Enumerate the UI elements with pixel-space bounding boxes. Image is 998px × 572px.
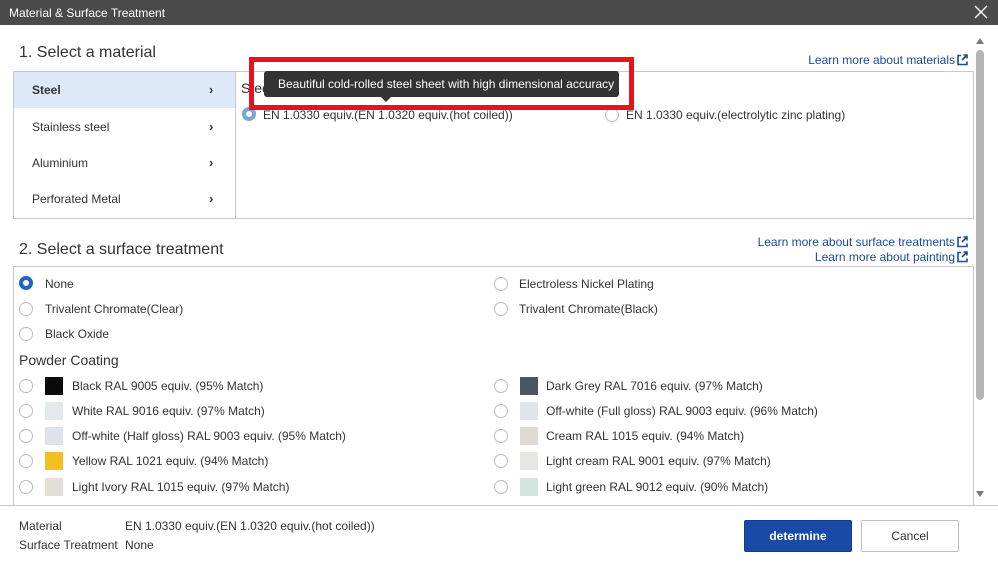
powder-dark-grey-radio[interactable] (494, 379, 508, 393)
surface-chromate-black-label[interactable]: Trivalent Chromate(Black) (519, 302, 658, 316)
category-stainless-steel[interactable]: Stainless steel › (14, 109, 235, 145)
category-label: Stainless steel (32, 120, 110, 134)
scroll-down-arrow-icon[interactable] (976, 491, 984, 497)
chevron-right-icon: › (209, 82, 214, 97)
determine-button[interactable]: determine (744, 520, 852, 552)
dialog-title: Material & Surface Treatment (9, 6, 166, 20)
summary-surface-value: None (125, 538, 154, 552)
powder-light-ivory-radio[interactable] (19, 480, 33, 494)
category-aluminium[interactable]: Aluminium › (14, 145, 235, 181)
dialog-scrollbar[interactable] (974, 36, 988, 504)
surface-chromate-clear-label[interactable]: Trivalent Chromate(Clear) (45, 302, 183, 316)
powder-option-label[interactable]: Black RAL 9005 equiv. (95% Match) (72, 379, 263, 393)
powder-color-swatch (520, 478, 538, 496)
surface-chromate-clear-radio[interactable] (19, 302, 33, 316)
category-label: Perforated Metal (32, 192, 121, 206)
powder-color-swatch (45, 377, 63, 395)
surface-section-heading: 2. Select a surface treatment (19, 241, 224, 258)
powder-option-label[interactable]: White RAL 9016 equiv. (97% Match) (72, 404, 265, 418)
external-link-icon (957, 251, 968, 263)
powder-option-label[interactable]: Dark Grey RAL 7016 equiv. (97% Match) (546, 379, 763, 393)
powder-cream-radio[interactable] (494, 429, 508, 443)
learn-more-treatments-label: Learn more about surface treatments (757, 235, 955, 249)
learn-more-treatments-link[interactable]: Learn more about surface treatments (758, 235, 968, 249)
powder-option-label[interactable]: Yellow RAL 1021 equiv. (94% Match) (72, 454, 268, 468)
surface-black-oxide-radio[interactable] (19, 327, 33, 341)
cancel-button[interactable]: Cancel (861, 520, 959, 552)
powder-color-swatch (520, 377, 538, 395)
category-perforated-metal[interactable]: Perforated Metal › (14, 181, 235, 217)
chevron-right-icon: › (209, 191, 214, 206)
external-link-icon (957, 54, 968, 66)
category-label: Aluminium (32, 156, 89, 170)
surface-electroless-nickel-label[interactable]: Electroless Nickel Plating (519, 277, 654, 291)
powder-off-white-half-radio[interactable] (19, 429, 33, 443)
learn-more-painting-link[interactable]: Learn more about painting (815, 250, 968, 264)
external-link-icon (957, 236, 968, 248)
powder-coating-heading: Powder Coating (19, 352, 119, 368)
material-section-heading: 1. Select a material (19, 44, 156, 61)
learn-more-materials-link[interactable]: Learn more about materials (808, 53, 968, 67)
chevron-right-icon: › (209, 119, 214, 134)
material-option-hot-coiled-label[interactable]: EN 1.0330 equiv.(EN 1.0320 equiv.(hot co… (263, 108, 513, 122)
powder-option-label[interactable]: Light Ivory RAL 1015 equiv. (97% Match) (72, 480, 289, 494)
surface-none-label[interactable]: None (45, 277, 74, 291)
powder-color-swatch (45, 452, 63, 470)
powder-option-label[interactable]: Cream RAL 1015 equiv. (94% Match) (546, 429, 744, 443)
powder-light-cream-radio[interactable] (494, 454, 508, 468)
summary-material-value: EN 1.0330 equiv.(EN 1.0320 equiv.(hot co… (125, 519, 375, 533)
category-steel[interactable]: Steel › (14, 72, 235, 108)
summary-material-key: Material (19, 519, 62, 533)
close-icon[interactable] (972, 3, 990, 21)
summary-surface-key: Surface Treatment (19, 538, 118, 552)
powder-color-swatch (520, 427, 538, 445)
learn-more-materials-label: Learn more about materials (808, 53, 955, 67)
powder-off-white-full-radio[interactable] (494, 404, 508, 418)
powder-color-swatch (45, 478, 63, 496)
powder-option-label[interactable]: Light cream RAL 9001 equiv. (97% Match) (546, 454, 771, 468)
powder-color-swatch (45, 402, 63, 420)
powder-light-green-radio[interactable] (494, 480, 508, 494)
powder-color-swatch (520, 452, 538, 470)
surface-none-radio[interactable] (19, 276, 33, 290)
scroll-up-arrow-icon[interactable] (976, 38, 984, 44)
material-category-nav: Steel › Stainless steel › Aluminium › Pe… (14, 72, 236, 218)
powder-color-swatch (520, 402, 538, 420)
learn-more-painting-label: Learn more about painting (814, 250, 955, 264)
powder-yellow-radio[interactable] (19, 454, 33, 468)
surface-chromate-black-radio[interactable] (494, 302, 508, 316)
category-label: Steel (32, 83, 61, 97)
powder-option-label[interactable]: Light green RAL 9012 equiv. (90% Match) (546, 480, 768, 494)
powder-option-label[interactable]: Off-white (Full gloss) RAL 9003 equiv. (… (546, 404, 818, 418)
powder-color-swatch (45, 427, 63, 445)
dialog-titlebar: Material & Surface Treatment (0, 0, 998, 25)
surface-electroless-nickel-radio[interactable] (494, 277, 508, 291)
material-option-zinc-plating-radio[interactable] (605, 108, 619, 122)
surface-black-oxide-label[interactable]: Black Oxide (45, 327, 109, 341)
powder-black-radio[interactable] (19, 379, 33, 393)
chevron-right-icon: › (209, 155, 214, 170)
material-option-zinc-plating-label[interactable]: EN 1.0330 equiv.(electrolytic zinc plati… (626, 108, 845, 122)
powder-white-radio[interactable] (19, 404, 33, 418)
scroll-thumb[interactable] (976, 50, 984, 400)
powder-option-label[interactable]: Off-white (Half gloss) RAL 9003 equiv. (… (72, 429, 346, 443)
highlight-box (249, 57, 634, 110)
